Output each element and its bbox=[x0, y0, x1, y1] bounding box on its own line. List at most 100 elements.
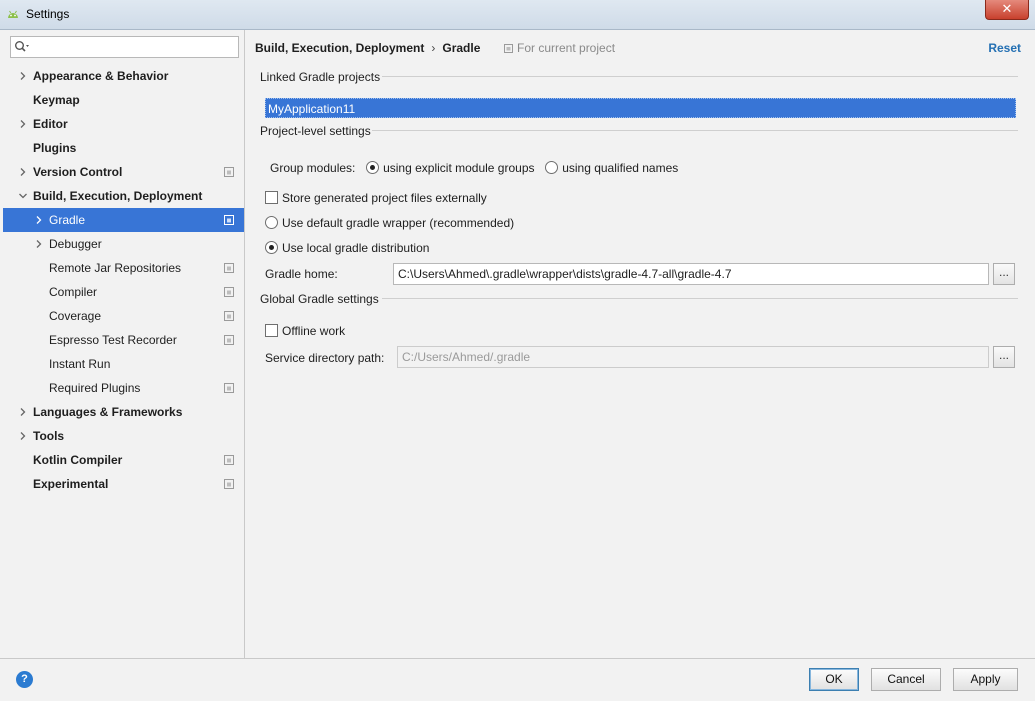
offline-work-checkbox[interactable] bbox=[265, 324, 278, 337]
help-icon[interactable]: ? bbox=[16, 671, 33, 688]
store-externally-label: Store generated project files externally bbox=[282, 191, 487, 205]
for-current-project-label: For current project bbox=[517, 41, 616, 55]
group-qualified-option[interactable]: using qualified names bbox=[545, 161, 678, 175]
default-wrapper-option[interactable]: Use default gradle wrapper (recommended) bbox=[265, 215, 514, 231]
gradle-home-browse-button[interactable]: ... bbox=[993, 263, 1015, 285]
chevron-down-icon[interactable] bbox=[18, 184, 28, 208]
project-scope-icon bbox=[224, 287, 234, 297]
sidebar-item[interactable]: Experimental bbox=[3, 472, 244, 496]
sidebar-item-label: Remote Jar Repositories bbox=[49, 261, 182, 275]
sidebar-item-label: Compiler bbox=[49, 285, 98, 299]
sidebar-item[interactable]: Keymap bbox=[3, 88, 244, 112]
sidebar-item[interactable]: Appearance & Behavior bbox=[3, 64, 244, 88]
sidebar-item[interactable]: Coverage bbox=[3, 304, 244, 328]
linked-project-item[interactable]: MyApplication11 bbox=[265, 98, 1016, 118]
sidebar-item-label: Coverage bbox=[49, 309, 102, 323]
service-dir-field[interactable]: C:/Users/Ahmed/.gradle bbox=[397, 346, 989, 368]
gradle-home-label: Gradle home: bbox=[265, 267, 338, 281]
project-scope-icon bbox=[224, 215, 234, 225]
project-scope-icon bbox=[224, 263, 234, 273]
android-icon bbox=[8, 10, 18, 18]
store-externally-option[interactable]: Store generated project files externally bbox=[265, 190, 487, 206]
ok-button[interactable]: OK bbox=[809, 668, 859, 691]
local-distribution-option[interactable]: Use local gradle distribution bbox=[265, 240, 429, 256]
sidebar-item-label: Editor bbox=[33, 117, 68, 131]
default-wrapper-radio[interactable] bbox=[265, 216, 278, 229]
for-current-project-note: For current project bbox=[504, 41, 615, 55]
group-modules-label: Group modules: bbox=[270, 161, 356, 175]
sidebar-item[interactable]: Instant Run bbox=[3, 352, 244, 376]
chevron-right-icon[interactable] bbox=[34, 208, 44, 232]
service-dir-browse-button[interactable]: ... bbox=[993, 346, 1015, 368]
apply-button[interactable]: Apply bbox=[953, 668, 1018, 691]
group-modules-row: Group modules: using explicit module gro… bbox=[270, 160, 678, 176]
window-title: Settings bbox=[26, 7, 70, 21]
project-scope-icon bbox=[504, 44, 513, 53]
local-distribution-label: Use local gradle distribution bbox=[282, 241, 430, 255]
default-wrapper-label: Use default gradle wrapper (recommended) bbox=[282, 216, 515, 230]
sidebar-item[interactable]: Remote Jar Repositories bbox=[3, 256, 244, 280]
chevron-right-icon[interactable] bbox=[18, 64, 28, 88]
offline-work-label: Offline work bbox=[282, 324, 346, 338]
group-qualified-label: using qualified names bbox=[562, 161, 679, 175]
project-scope-icon bbox=[224, 167, 234, 177]
chevron-right-icon[interactable] bbox=[18, 160, 28, 184]
gradle-home-field[interactable]: C:\Users\Ahmed\.gradle\wrapper\dists\gra… bbox=[393, 263, 989, 285]
sidebar-item-label: Required Plugins bbox=[49, 381, 141, 395]
group-qualified-radio[interactable] bbox=[545, 161, 559, 174]
title-bar: Settings ✕ bbox=[0, 0, 1035, 30]
local-distribution-radio[interactable] bbox=[265, 241, 278, 254]
chevron-right-icon[interactable] bbox=[18, 112, 28, 136]
section-divider bbox=[372, 130, 1018, 131]
sidebar-item[interactable]: Editor bbox=[3, 112, 244, 136]
group-explicit-label: using explicit module groups bbox=[383, 161, 535, 175]
sidebar-item-label: Tools bbox=[33, 429, 65, 443]
breadcrumb-separator: › bbox=[431, 41, 436, 55]
sidebar-item-label: Build, Execution, Deployment bbox=[33, 189, 203, 203]
sidebar-item[interactable]: Debugger bbox=[3, 232, 244, 256]
sidebar-item-label: Gradle bbox=[49, 213, 86, 227]
linked-projects-heading: Linked Gradle projects bbox=[260, 70, 381, 84]
project-scope-icon bbox=[224, 335, 234, 345]
close-button[interactable]: ✕ bbox=[985, 0, 1029, 20]
reset-link[interactable]: Reset bbox=[988, 41, 1021, 55]
sidebar-item[interactable]: Version Control bbox=[3, 160, 244, 184]
sidebar-item-label: Plugins bbox=[33, 141, 77, 155]
sidebar-item-label: Appearance & Behavior bbox=[33, 69, 169, 83]
breadcrumb: Build, Execution, Deployment › Gradle bbox=[255, 41, 480, 55]
sidebar-item[interactable]: Tools bbox=[3, 424, 244, 448]
section-divider bbox=[382, 76, 1018, 77]
gradle-settings-panel: Build, Execution, Deployment › Gradle For … bbox=[246, 30, 1032, 658]
sidebar-item[interactable]: Compiler bbox=[3, 280, 244, 304]
sidebar-item-label: Version Control bbox=[33, 165, 123, 179]
cancel-button[interactable]: Cancel bbox=[871, 668, 941, 691]
sidebar-item-label: Espresso Test Recorder bbox=[49, 333, 177, 347]
offline-work-option[interactable]: Offline work bbox=[265, 323, 345, 339]
search-icon bbox=[15, 41, 29, 52]
service-dir-label: Service directory path: bbox=[265, 351, 385, 365]
chevron-right-icon[interactable] bbox=[18, 424, 28, 448]
store-externally-checkbox[interactable] bbox=[265, 191, 278, 204]
chevron-right-icon[interactable] bbox=[34, 232, 44, 256]
breadcrumb-parent[interactable]: Build, Execution, Deployment bbox=[255, 41, 424, 55]
settings-tree: Appearance & Behavior Keymap Editor Plugins… bbox=[3, 64, 244, 496]
group-explicit-option[interactable]: using explicit module groups bbox=[366, 161, 535, 175]
project-scope-icon bbox=[224, 455, 234, 465]
sidebar-item[interactable]: Gradle bbox=[3, 208, 244, 232]
chevron-right-icon[interactable] bbox=[18, 400, 28, 424]
sidebar-item[interactable]: Kotlin Compiler bbox=[3, 448, 244, 472]
sidebar-item[interactable]: Espresso Test Recorder bbox=[3, 328, 244, 352]
sidebar-item-label: Debugger bbox=[49, 237, 102, 251]
project-level-heading: Project-level settings bbox=[260, 124, 371, 138]
sidebar-item[interactable]: Plugins bbox=[3, 136, 244, 160]
project-scope-icon bbox=[224, 383, 234, 393]
sidebar-item-label: Instant Run bbox=[49, 357, 111, 371]
sidebar-item[interactable]: Build, Execution, Deployment bbox=[3, 184, 244, 208]
settings-sidebar: Appearance & Behavior Keymap Editor Plugins… bbox=[3, 30, 245, 658]
search-input[interactable] bbox=[10, 36, 239, 58]
sidebar-item-label: Kotlin Compiler bbox=[33, 453, 123, 467]
global-settings-heading: Global Gradle settings bbox=[260, 292, 379, 306]
group-explicit-radio[interactable] bbox=[366, 161, 380, 174]
sidebar-item[interactable]: Required Plugins bbox=[3, 376, 244, 400]
sidebar-item[interactable]: Languages & Frameworks bbox=[3, 400, 244, 424]
